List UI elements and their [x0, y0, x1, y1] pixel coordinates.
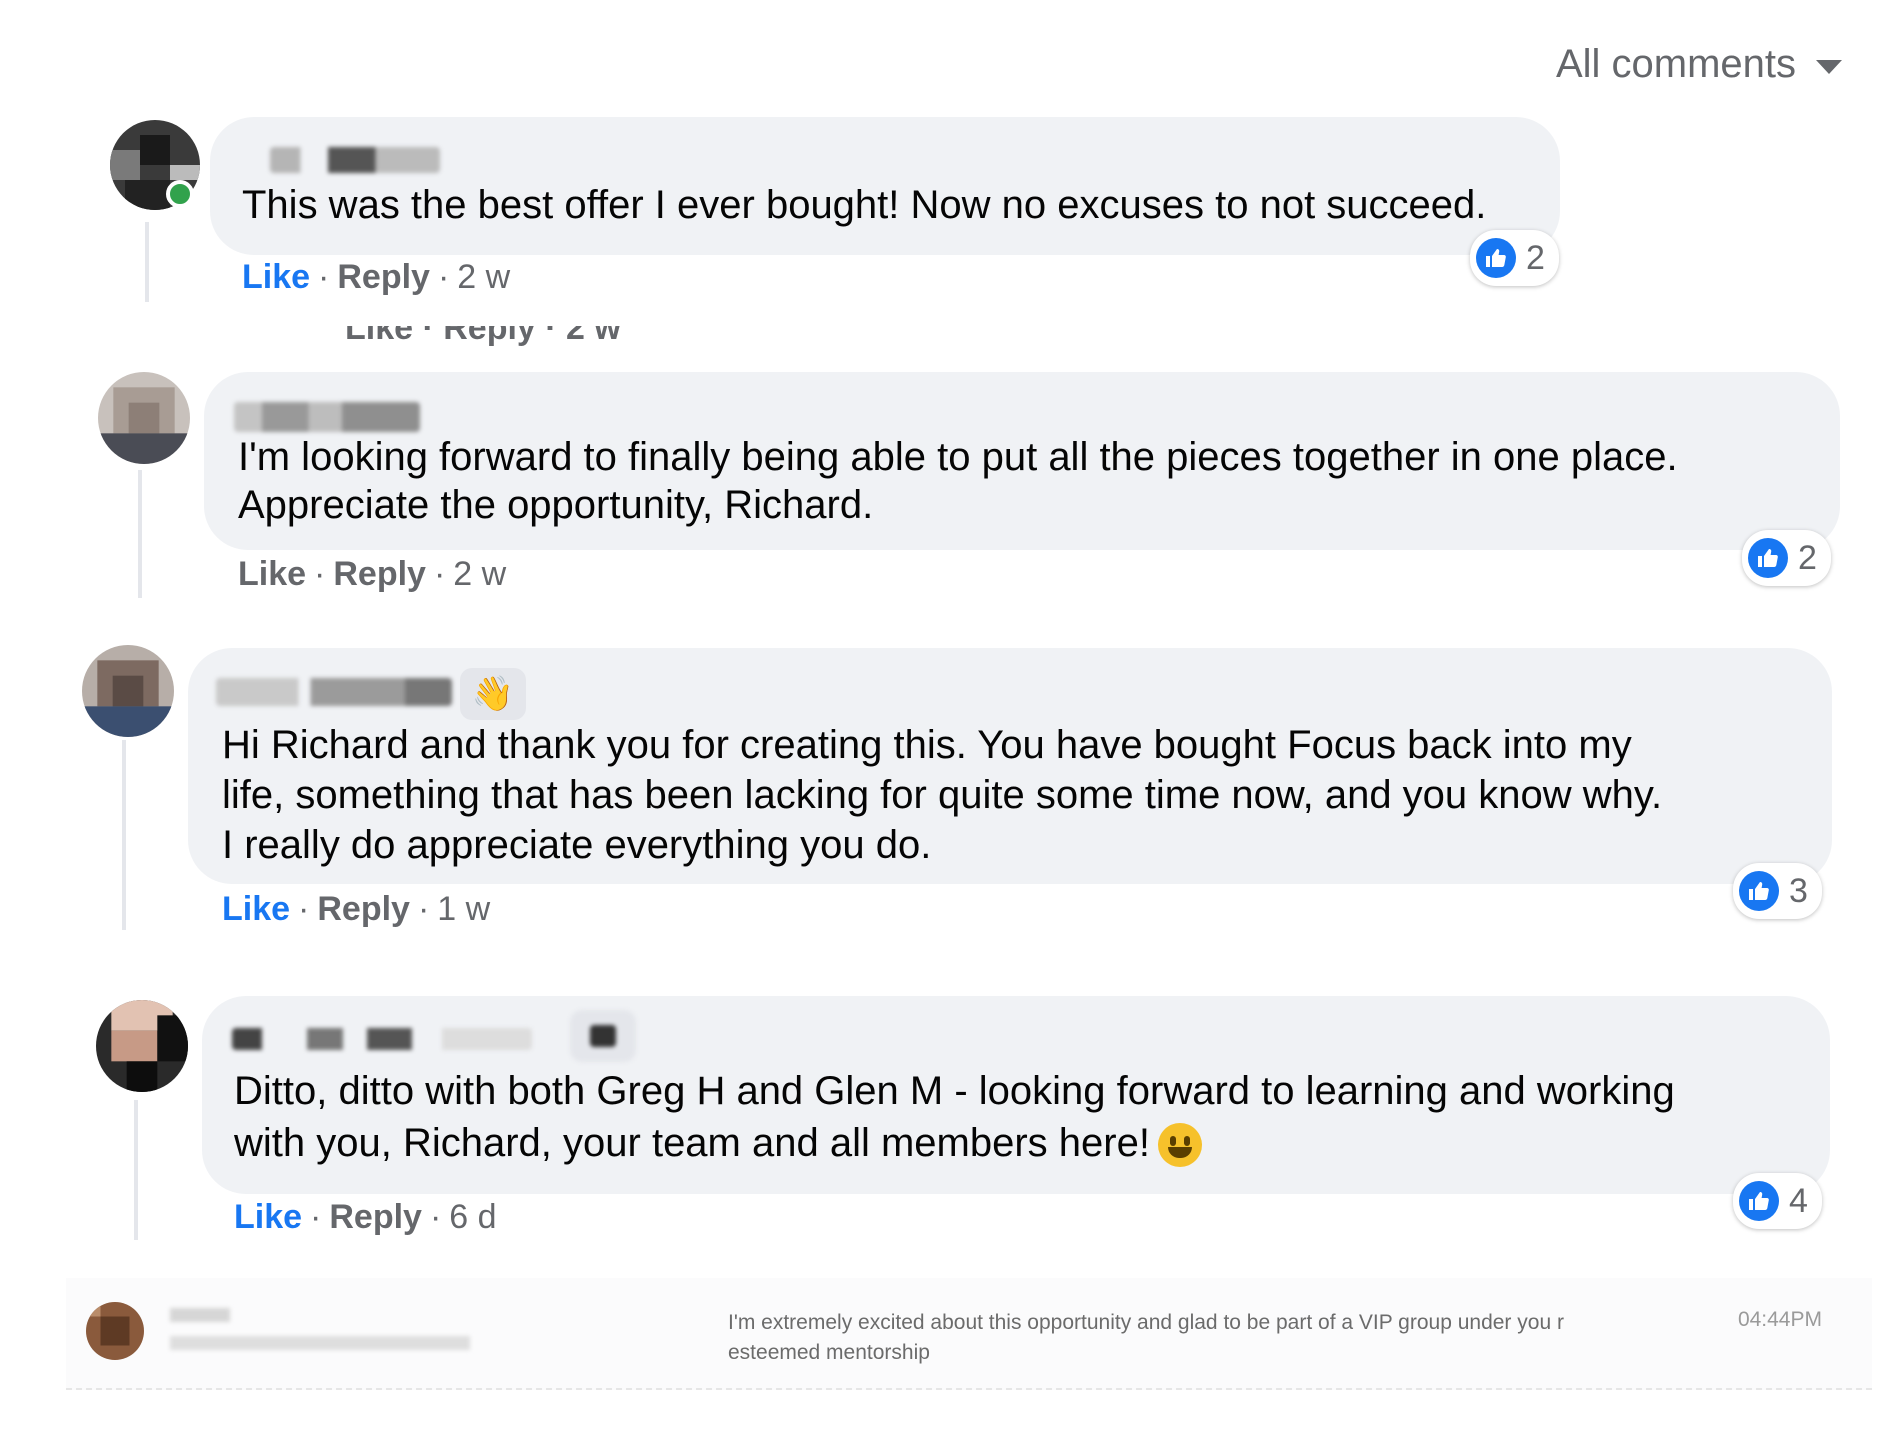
thumbs-up-icon — [1748, 538, 1788, 578]
avatar[interactable] — [98, 372, 190, 464]
reaction-badge-redacted — [570, 1010, 636, 1062]
waving-hand-badge: 👋 — [460, 668, 526, 720]
separator-dot: · — [318, 258, 330, 296]
thread-line — [122, 740, 126, 930]
comment-actions: Like · Reply · 6 d — [234, 1198, 497, 1237]
separator-dot: · — [437, 258, 450, 296]
author-name-redacted — [232, 1028, 532, 1050]
sender-email-redacted — [170, 1336, 470, 1350]
separator-dot: · — [310, 1198, 322, 1236]
reaction-count: 4 — [1789, 1181, 1808, 1220]
comment-time[interactable]: 2 w — [453, 555, 506, 593]
like-button[interactable]: Like — [238, 555, 306, 593]
comment-text-line-2-content: with you, Richard, your team and all mem… — [234, 1121, 1150, 1165]
reaction-summary[interactable]: 3 — [1733, 863, 1822, 919]
thumbs-up-icon — [1739, 871, 1779, 911]
comment-text-line-2: life, something that has been lacking fo… — [222, 773, 1663, 817]
online-indicator — [166, 180, 194, 208]
comment-text-line-2: with you, Richard, your team and all mem… — [234, 1118, 1202, 1168]
avatar[interactable] — [82, 645, 174, 737]
like-button[interactable]: Like — [234, 1198, 302, 1236]
comment-bubble: Ditto, ditto with both Greg H and Glen M… — [202, 996, 1830, 1194]
sort-label: All comments — [1555, 42, 1796, 86]
message-time: 04:44PM — [1737, 1308, 1822, 1331]
message-preview: I'm extremely excited about this opportu… — [728, 1311, 1564, 1364]
separator-dot: · — [298, 890, 310, 928]
badge-icon — [590, 1025, 616, 1047]
avatar-image — [86, 1302, 144, 1360]
sender-name-redacted — [170, 1308, 230, 1322]
thumbs-up-icon — [1476, 238, 1516, 278]
separator-dot: · — [433, 555, 446, 593]
thread-line — [134, 1100, 138, 1240]
reply-button[interactable]: Reply — [317, 890, 410, 928]
waving-hand-icon: 👋 — [471, 675, 515, 713]
reaction-summary[interactable]: 2 — [1742, 530, 1831, 586]
comment-bubble: 👋 Hi Richard and thank you for creating … — [188, 648, 1832, 884]
grinning-face-icon — [1157, 1123, 1202, 1168]
comment-actions: Like · Reply · 2 w — [238, 555, 506, 594]
reaction-count: 2 — [1798, 538, 1817, 577]
avatar[interactable] — [96, 1000, 188, 1092]
all-comments-filter[interactable]: All comments — [1556, 42, 1842, 87]
avatar-image — [98, 372, 190, 464]
thread-line — [138, 470, 142, 598]
comment-time[interactable]: 6 d — [449, 1198, 496, 1236]
like-button[interactable]: Like — [242, 258, 310, 296]
author-name-redacted — [270, 147, 440, 173]
author-name-redacted — [216, 678, 452, 706]
like-button[interactable]: Like — [222, 890, 290, 928]
separator-dot: · — [429, 1198, 442, 1236]
comment-text: This was the best offer I ever bought! N… — [242, 183, 1487, 227]
comment-bubble: I'm looking forward to finally being abl… — [204, 372, 1840, 550]
caret-down-icon — [1816, 59, 1842, 74]
comment-time[interactable]: 1 w — [437, 890, 490, 928]
avatar-image — [96, 1000, 188, 1092]
comment-bubble: This was the best offer I ever bought! N… — [210, 117, 1560, 255]
reaction-summary[interactable]: 2 — [1470, 230, 1559, 286]
reply-button[interactable]: Reply — [329, 1198, 422, 1236]
comment-text-line-1: Ditto, ditto with both Greg H and Glen M… — [234, 1069, 1675, 1113]
reaction-count: 3 — [1789, 871, 1808, 910]
comment-text-line-1: Hi Richard and thank you for creating th… — [222, 723, 1632, 767]
reply-button[interactable]: Reply — [333, 555, 426, 593]
separator-dot: · — [417, 890, 430, 928]
author-name-redacted — [234, 402, 420, 432]
reaction-summary[interactable]: 4 — [1733, 1173, 1822, 1229]
comment-time[interactable]: 2 w — [457, 258, 510, 296]
message-row[interactable]: I'm extremely excited about this opportu… — [66, 1278, 1872, 1390]
comment-actions: Like · Reply · 2 w — [242, 258, 510, 297]
avatar-image — [82, 645, 174, 737]
thread-line — [145, 222, 149, 302]
comment-actions: Like · Reply · 1 w — [222, 890, 490, 929]
comment-text-line-2: Appreciate the opportunity, Richard. — [238, 483, 874, 527]
reaction-count: 2 — [1526, 238, 1545, 277]
hidden-actions-row: Like · Reply · 2 w — [345, 326, 621, 346]
avatar — [86, 1302, 144, 1360]
reply-button[interactable]: Reply — [337, 258, 430, 296]
thumbs-up-icon — [1739, 1181, 1779, 1221]
comment-text-line-1: I'm looking forward to finally being abl… — [238, 435, 1678, 479]
comment-text-line-3: I really do appreciate everything you do… — [222, 823, 932, 867]
separator-dot: · — [314, 555, 326, 593]
